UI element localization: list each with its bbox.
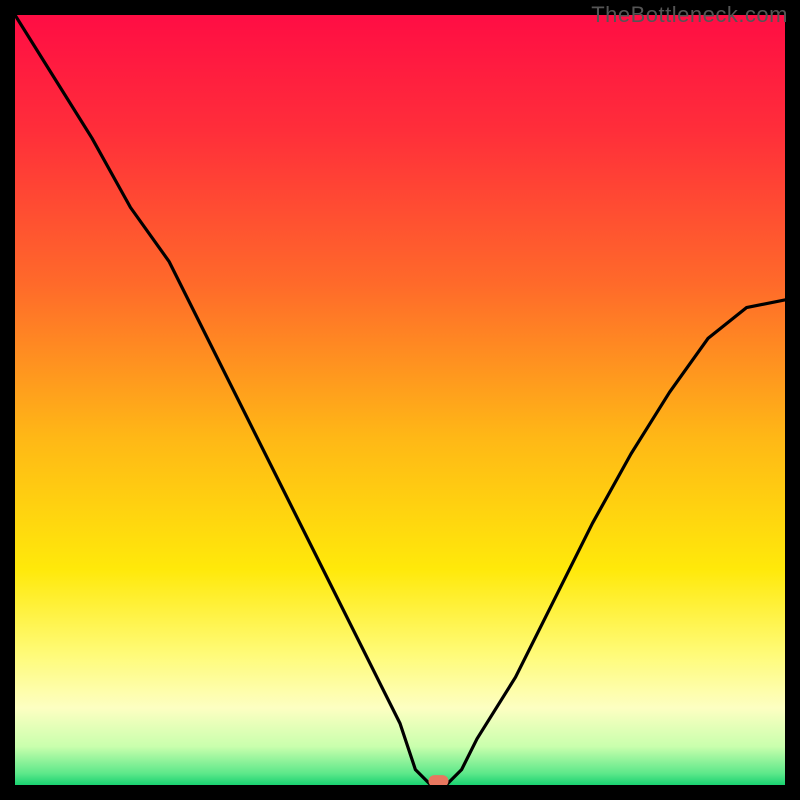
gradient-background bbox=[15, 15, 785, 785]
chart-svg bbox=[15, 15, 785, 785]
marker-dot bbox=[429, 775, 449, 785]
plot-area bbox=[15, 15, 785, 785]
chart-stage: TheBottleneck.com bbox=[0, 0, 800, 800]
watermark-text: TheBottleneck.com bbox=[591, 2, 788, 28]
